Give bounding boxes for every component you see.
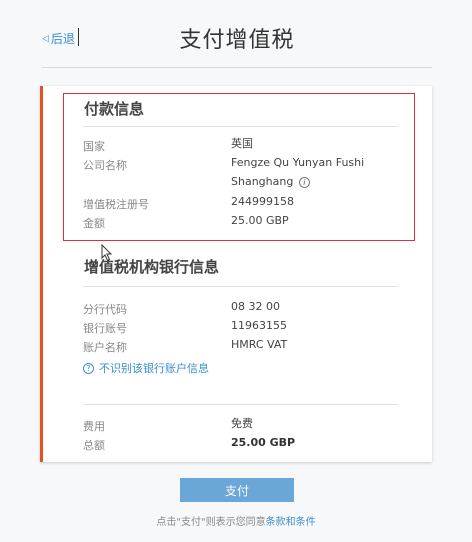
terms-link[interactable]: 条款和条件 bbox=[266, 517, 316, 528]
row-value: 25.00 GBP bbox=[231, 436, 296, 449]
row-label: 账户名称 bbox=[83, 341, 127, 354]
header-divider bbox=[42, 67, 432, 68]
highlight-annotation bbox=[63, 93, 415, 241]
page: ◁ 后退 支付增值税 付款信息 国家 英国 公司名称 Fengze Qu Yun… bbox=[0, 0, 472, 542]
row-value: 08 32 00 bbox=[231, 300, 280, 313]
unknown-bank-info-link[interactable]: ? 不识别该银行账户信息 bbox=[83, 360, 209, 376]
unknown-bank-info-label: 不识别该银行账户信息 bbox=[99, 362, 209, 375]
row-label: 银行账号 bbox=[83, 322, 127, 335]
question-icon: ? bbox=[83, 362, 94, 374]
terms-notice: 点击"支付"则表示您同意条款和条件 bbox=[0, 513, 472, 528]
row-value: 11963155 bbox=[231, 319, 287, 332]
divider bbox=[83, 404, 398, 405]
pay-button[interactable]: 支付 bbox=[180, 478, 294, 502]
divider bbox=[83, 286, 398, 287]
row-label: 费用 bbox=[83, 420, 105, 433]
terms-prefix: 点击"支付"则表示您同意 bbox=[156, 517, 266, 528]
row-value: HMRC VAT bbox=[231, 338, 288, 351]
row-label: 分行代码 bbox=[83, 303, 127, 316]
mouse-pointer-icon bbox=[101, 244, 113, 262]
row-label: 总额 bbox=[83, 439, 105, 452]
row-value: 免费 bbox=[231, 417, 253, 430]
header: ◁ 后退 支付增值税 bbox=[42, 16, 432, 68]
page-title: 支付增值税 bbox=[179, 28, 295, 53]
